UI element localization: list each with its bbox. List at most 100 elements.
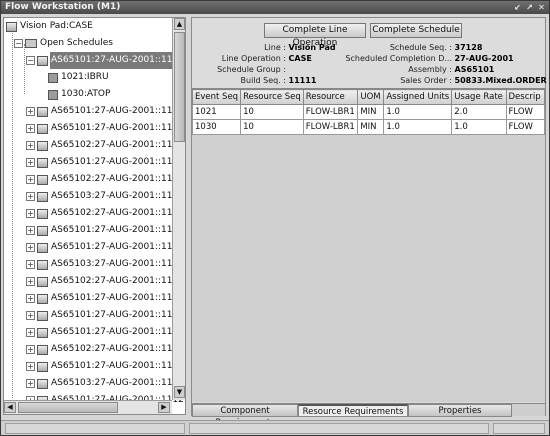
table-cell[interactable]: MIN (357, 104, 385, 120)
schedule-icon (37, 55, 48, 66)
complete-schedule-button[interactable]: Complete Schedule (370, 23, 462, 38)
table-row[interactable]: 1021 10 FLOW-LBR1 MIN 1.0 2.0 FLOW (192, 104, 545, 120)
expand-icon[interactable]: + (26, 158, 35, 167)
expand-icon[interactable]: + (26, 294, 35, 303)
column-header-usage-rate[interactable]: Usage Rate (451, 89, 507, 105)
scroll-down-icon[interactable]: ▼ (174, 386, 185, 398)
line-operation-label: Line Operation : (221, 54, 286, 63)
scroll-right-icon[interactable]: ▶ (158, 402, 170, 413)
tab-properties[interactable]: Properties (408, 404, 512, 417)
expand-icon[interactable]: + (26, 175, 35, 184)
assembly-value: AS65101 (454, 65, 495, 74)
scroll-thumb[interactable] (174, 32, 185, 142)
tree-schedule-item[interactable]: + AS65103:27-AUG-2001::11117 (26, 188, 185, 205)
expand-icon[interactable]: + (26, 277, 35, 286)
table-cell[interactable]: 2.0 (451, 104, 507, 120)
tree-schedule-label: AS65101:27-AUG-2001::11120 (51, 242, 186, 252)
scroll-up-icon[interactable]: ▲ (174, 18, 185, 30)
collapse-icon[interactable]: − (14, 39, 23, 48)
table-cell[interactable]: FLOW-LBR1 (302, 104, 359, 120)
expand-icon[interactable]: + (26, 107, 35, 116)
expand-icon[interactable]: + (26, 226, 35, 235)
schedule-icon (37, 174, 48, 185)
tree-schedule-item[interactable]: + AS65102:27-AUG-2001::11126 (26, 341, 185, 358)
tree-schedule-item[interactable]: + AS65101:27-AUG-2001::11115 (26, 154, 186, 171)
expand-icon[interactable]: + (26, 379, 35, 388)
table-cell[interactable]: 1.0 (383, 104, 453, 120)
tree-schedule-item[interactable]: + AS65101:27-AUG-2001::11120 (26, 239, 186, 256)
tree-schedule-item[interactable]: + AS65101:27-AUG-2001::11113 (26, 120, 185, 137)
tree-schedule-item[interactable]: + AS65101:27-AUG-2001::11125 (26, 324, 185, 341)
tree-horizontal-scrollbar[interactable]: ◀ ▶ (4, 400, 172, 414)
tree-schedule-item[interactable]: + AS65102:27-AUG-2001::11116 (26, 171, 185, 188)
schedule-seq-field: Schedule Seq. : 37128 (332, 43, 483, 53)
tree-operation-item[interactable]: 1030:ATOP (48, 86, 111, 103)
bottom-tabs: Component Requirements Resource Requirem… (192, 403, 545, 428)
table-cell[interactable]: 10 (240, 119, 304, 135)
column-header-description[interactable]: Descrip (505, 89, 545, 105)
status-bar (1, 420, 549, 435)
tree-schedule-item[interactable]: + AS65101:27-AUG-2001::11123 (26, 290, 185, 307)
close-icon[interactable]: ✕ (537, 3, 546, 12)
table-cell[interactable]: 1021 (192, 104, 242, 120)
expand-icon[interactable]: + (26, 192, 35, 201)
tree-schedule-item[interactable]: + AS65102:27-AUG-2001::11114 (26, 137, 185, 154)
table-cell[interactable]: FLOW (505, 104, 545, 120)
tree-schedule-item[interactable]: + AS65102:27-AUG-2001::11122 (26, 273, 185, 290)
schedule-icon (37, 378, 48, 389)
tree-schedule-item[interactable]: + AS65101:27-AUG-2001::11127 (26, 358, 186, 375)
tree-schedule-item[interactable]: + AS65103:27-AUG-2001::11128 (26, 375, 185, 392)
status-cell (189, 423, 489, 434)
tree-schedule-item-selected[interactable]: − AS65101:27-AUG-2001::11111 (26, 52, 185, 69)
maximize-icon[interactable]: ↗ (525, 3, 534, 12)
collapse-icon[interactable]: − (26, 56, 35, 65)
schedule-icon (37, 293, 48, 304)
expand-icon[interactable]: + (26, 141, 35, 150)
table-cell[interactable]: 1.0 (383, 119, 453, 135)
expand-icon[interactable]: + (26, 124, 35, 133)
tab-component-requirements[interactable]: Component Requirements (192, 404, 298, 428)
restore-icon[interactable]: ↙ (513, 3, 522, 12)
table-cell[interactable]: MIN (357, 119, 385, 135)
column-header-resource[interactable]: Resource (302, 89, 359, 105)
line-operation-field: Line Operation : CASE (192, 54, 312, 64)
tree-schedule-item[interactable]: + AS65101:27-AUG-2001::11119 (26, 222, 185, 239)
tree-schedule-item[interactable]: + AS65102:27-AUG-2001::11118 (26, 205, 185, 222)
tree-schedule-label: AS65103:27-AUG-2001::11121 (51, 259, 186, 269)
resource-requirements-table: Event Seq Resource Seq Resource UOM Assi… (192, 88, 545, 402)
column-header-assigned-units[interactable]: Assigned Units (383, 89, 453, 105)
expand-icon[interactable]: + (26, 328, 35, 337)
tree-schedule-item[interactable]: + AS65101:27-AUG-2001::11124 (26, 307, 185, 324)
expand-icon[interactable]: + (26, 209, 35, 218)
column-header-resource-seq[interactable]: Resource Seq (240, 89, 304, 105)
tree-schedule-item[interactable]: + AS65101:27-AUG-2001::11112 (26, 103, 185, 120)
tab-resource-requirements[interactable]: Resource Requirements (298, 404, 408, 417)
complete-line-operation-button[interactable]: Complete Line Operation (264, 23, 366, 48)
tree-schedule-label: AS65101:27-AUG-2001::11115 (51, 157, 186, 167)
expand-icon[interactable]: + (26, 345, 35, 354)
tree-open-schedules[interactable]: − Open Schedules (14, 35, 114, 52)
tree-root-item[interactable]: Vision Pad:CASE (6, 18, 94, 35)
table-cell[interactable]: 1030 (192, 119, 242, 135)
tree-schedule-label: AS65101:27-AUG-2001::11127 (51, 361, 186, 371)
expand-icon[interactable]: + (26, 311, 35, 320)
expand-icon[interactable]: + (26, 243, 35, 252)
scroll-thumb[interactable] (18, 402, 118, 413)
tree-vertical-scrollbar[interactable]: ▲ ▼ (172, 18, 185, 400)
line-field: Line : Vision Pad (192, 43, 336, 53)
tree-operation-item[interactable]: 1021:IBRU (48, 69, 110, 86)
column-header-event-seq[interactable]: Event Seq (192, 89, 242, 105)
table-cell[interactable]: FLOW (505, 119, 545, 135)
expand-icon[interactable]: + (26, 260, 35, 269)
status-cell (5, 423, 185, 434)
table-cell[interactable]: 10 (240, 104, 304, 120)
table-cell[interactable]: 1.0 (451, 119, 507, 135)
scroll-left-icon[interactable]: ◀ (4, 402, 16, 413)
column-header-uom[interactable]: UOM (357, 89, 385, 105)
table-cell[interactable]: FLOW-LBR1 (302, 119, 359, 135)
table-row[interactable]: 1030 10 FLOW-LBR1 MIN 1.0 1.0 FLOW (192, 119, 545, 135)
schedule-group-label: Schedule Group : (217, 65, 286, 74)
window-title: Flow Workstation (M1) (5, 2, 121, 12)
tree-schedule-item[interactable]: + AS65103:27-AUG-2001::11121 (26, 256, 186, 273)
expand-icon[interactable]: + (26, 362, 35, 371)
